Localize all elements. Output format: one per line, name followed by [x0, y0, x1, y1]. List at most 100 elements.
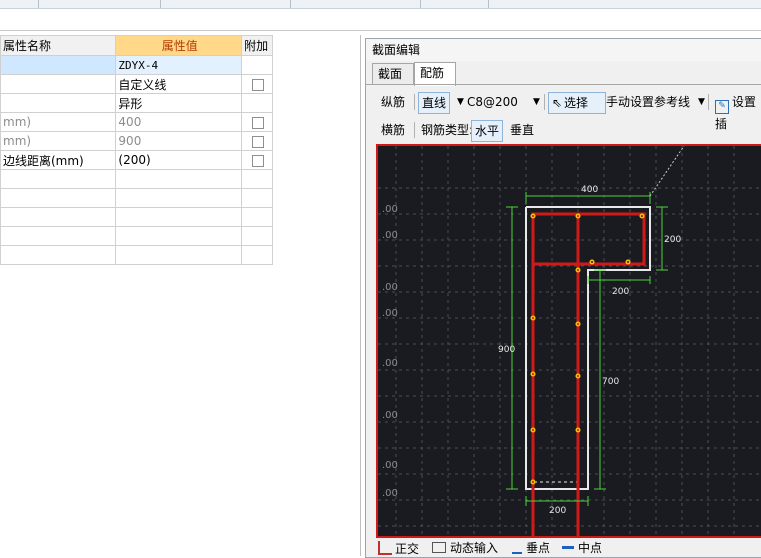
extra-checkbox[interactable]: [252, 154, 265, 167]
grid-label: .00: [382, 204, 398, 215]
empty-cell: [0, 188, 117, 208]
perpendicular-snap-toggle[interactable]: 垂点: [512, 541, 550, 556]
extra-checkbox[interactable]: [252, 116, 265, 129]
transverse-rebar-button[interactable]: 横筋: [378, 120, 408, 140]
property-name: [0, 74, 117, 94]
property-value-type[interactable]: 自定义线: [115, 74, 243, 94]
dynamic-input-toggle[interactable]: 动态输入: [432, 541, 498, 556]
header-property-name: 属性名称: [0, 35, 117, 56]
property-grid: 属性名称 属性值 附加 ZDYX-4 自定义线 异形 mm) 400 mm) 9…: [0, 35, 273, 265]
extra-cell: [241, 55, 273, 75]
top-toolbar-strip: [0, 0, 761, 9]
grid-label: .00: [382, 488, 398, 499]
extra-checkbox[interactable]: [252, 78, 265, 91]
empty-cell: [115, 169, 243, 189]
table-row[interactable]: 自定义线: [0, 74, 273, 94]
window-title: 截面编辑: [366, 39, 761, 61]
table-row[interactable]: mm) 900: [0, 131, 273, 151]
dim-label: 400: [581, 185, 598, 195]
line-mode-button[interactable]: 直线: [418, 92, 451, 114]
property-name: [0, 55, 117, 75]
empty-cell: [115, 207, 243, 227]
manual-reference-dropdown-icon[interactable]: ▼: [695, 92, 708, 112]
select-button-label: 选择: [564, 96, 589, 110]
toolbar-divider: [414, 94, 415, 110]
dim-label: 700: [602, 377, 619, 387]
ortho-toggle[interactable]: 正交: [378, 541, 419, 556]
extra-cell: [241, 112, 273, 132]
toolbar-divider: [290, 0, 291, 8]
empty-cell: [115, 188, 243, 208]
property-value-name[interactable]: ZDYX-4: [115, 55, 243, 75]
empty-cell: [0, 169, 117, 189]
manual-reference-line-button[interactable]: 手动设置参考线: [603, 92, 693, 112]
grid-label: .00: [382, 460, 398, 471]
perpendicular-label: 垂点: [526, 541, 551, 555]
rebar-spec-dropdown-icon[interactable]: ▼: [530, 92, 543, 112]
dynamic-input-label: 动态输入: [450, 541, 499, 555]
table-row[interactable]: 边线距离(mm) (200): [0, 150, 273, 170]
toolbar-divider: [414, 122, 415, 138]
empty-cell: [241, 188, 273, 208]
empty-cell: [241, 226, 273, 246]
property-name: [0, 93, 117, 113]
empty-cell: [0, 226, 117, 246]
grid-label: .00: [382, 230, 398, 241]
empty-cell: [0, 207, 117, 227]
rebar-type-label: 钢筋类型:: [421, 123, 474, 137]
select-button[interactable]: ⇖ 选择: [548, 92, 606, 114]
tab-section[interactable]: 截面: [372, 63, 414, 85]
property-value-shape[interactable]: 异形: [115, 93, 243, 113]
property-value-offset[interactable]: (200): [115, 150, 243, 170]
midpoint-snap-toggle[interactable]: 中点: [562, 541, 602, 556]
tab-reinforcement[interactable]: 配筋: [414, 62, 456, 86]
toolbar-divider: [488, 0, 489, 8]
empty-cell: [0, 245, 117, 265]
empty-cell: [241, 207, 273, 227]
toolbar-transverse: 横筋 钢筋类型: 水平 垂直: [370, 118, 761, 142]
property-grid-header: 属性名称 属性值 附加: [0, 35, 273, 56]
grid-label: .00: [382, 282, 398, 293]
table-row[interactable]: mm) 400: [0, 112, 273, 132]
settings-button[interactable]: ✎ 设置插: [712, 92, 761, 131]
dim-label: 200: [549, 506, 566, 516]
property-value-height[interactable]: 900: [115, 131, 243, 151]
section-outline[interactable]: [525, 206, 651, 490]
ortho-label: 正交: [395, 542, 420, 556]
extra-cell: [241, 150, 273, 170]
extra-cell: [241, 131, 273, 151]
toolbar-divider: [544, 94, 545, 110]
dim-label: 200: [612, 287, 629, 297]
dim-label: 200: [664, 235, 681, 245]
settings-edit-icon: ✎: [715, 100, 729, 114]
cursor-arrow-icon: ⇖: [552, 96, 563, 110]
horizontal-button[interactable]: 水平: [471, 120, 504, 142]
grid-label: .00: [382, 410, 398, 421]
panel-splitter[interactable]: [360, 35, 361, 556]
empty-cell: [115, 245, 243, 265]
extra-checkbox[interactable]: [252, 135, 265, 148]
header-extra: 附加: [241, 35, 273, 56]
longitudinal-rebar-button[interactable]: 纵筋: [378, 92, 408, 112]
empty-cell: [241, 245, 273, 265]
drawing-canvas[interactable]: .00 .00 .00 .00 .00 .00 .00 .00 400 200 …: [376, 144, 761, 538]
grid-lines: [378, 146, 761, 538]
vertical-button[interactable]: 垂直: [507, 120, 537, 140]
extra-cell: [241, 74, 273, 94]
ortho-icon: [378, 541, 392, 555]
grid-label: .00: [382, 308, 398, 319]
table-row[interactable]: 异形: [0, 93, 273, 113]
header-property-value: 属性值: [115, 35, 243, 56]
property-name: mm): [0, 131, 117, 151]
dynamic-input-icon: [432, 542, 446, 553]
table-row[interactable]: ZDYX-4: [0, 55, 273, 75]
empty-cell: [115, 226, 243, 246]
toolbar-divider: [38, 0, 39, 8]
toolbar-longitudinal: 纵筋 直线 ▼ C8@200 ▼ ⇖ 选择 手动设置参考线 ▼ ✎ 设置插: [370, 90, 761, 131]
rebar-spec-input[interactable]: C8@200: [464, 92, 521, 112]
property-value-width[interactable]: 400: [115, 112, 243, 132]
status-bar: 正交 动态输入 垂点 中点: [376, 540, 761, 556]
table-row: [0, 226, 273, 246]
table-row: [0, 245, 273, 265]
extra-cell: [241, 93, 273, 113]
